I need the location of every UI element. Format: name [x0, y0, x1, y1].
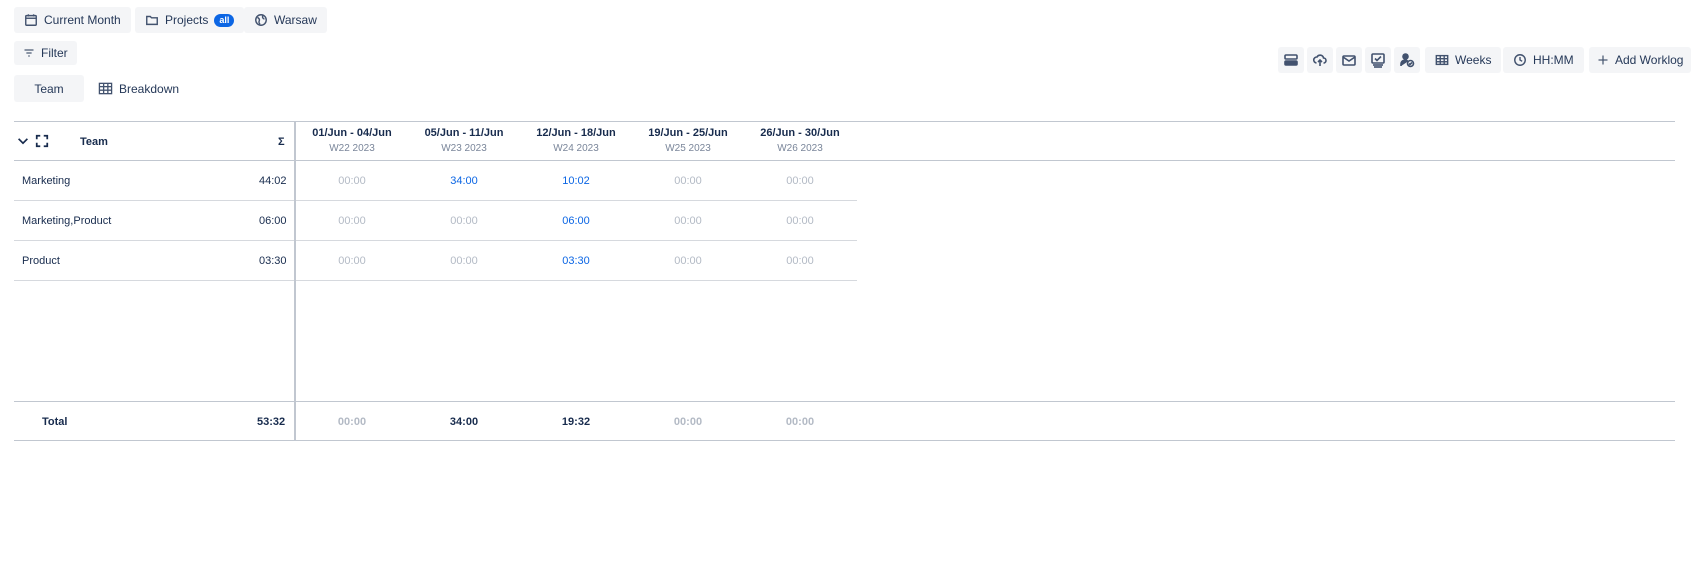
collapse-all-button[interactable] — [16, 134, 30, 151]
weeks-label: Weeks — [1455, 53, 1492, 67]
projects-badge: all — [214, 13, 235, 27]
row-team-name[interactable]: Marketing — [22, 175, 70, 187]
projects-button[interactable]: Projects all — [135, 7, 245, 33]
row-divider — [14, 280, 857, 281]
footer-total-label: Total — [42, 416, 68, 428]
location-button[interactable]: Warsaw — [244, 7, 327, 33]
table-icon — [1435, 54, 1449, 66]
footer-week-total: 00:00 — [785, 416, 815, 428]
week-range: 26/Jun - 30/Jun — [760, 127, 840, 139]
week-header: 26/Jun - 30/Jun W26 2023 — [744, 127, 856, 154]
sum-column-header: Σ — [278, 136, 285, 148]
footer-top-border — [14, 401, 1675, 402]
time-format-label: HH:MM — [1533, 53, 1574, 67]
add-worklog-label: Add Worklog — [1615, 53, 1684, 67]
location-label: Warsaw — [274, 13, 317, 27]
row-total: 03:30 — [259, 255, 287, 267]
week-range: 12/Jun - 18/Jun — [536, 127, 616, 139]
user-check-icon — [1400, 53, 1415, 68]
fullscreen-button[interactable] — [35, 134, 49, 151]
worklog-cell: 00:00 — [786, 215, 814, 227]
table-icon — [98, 82, 113, 95]
row-team-name[interactable]: Product — [22, 255, 60, 267]
chevron-down-icon — [18, 138, 28, 145]
user-approval-button[interactable] — [1394, 47, 1420, 73]
approval-icon — [1371, 53, 1385, 68]
timesheet-approval-button[interactable] — [1365, 47, 1391, 73]
mail-icon — [1342, 55, 1356, 66]
worklog-cell: 00:00 — [674, 175, 702, 187]
worklog-cell: 00:00 — [450, 255, 478, 267]
week-number: W25 2023 — [665, 143, 711, 154]
footer-week-total: 00:00 — [337, 416, 367, 428]
worklog-cell[interactable]: 34:00 — [419, 175, 509, 187]
export-button[interactable] — [1307, 47, 1333, 73]
week-header: 01/Jun - 04/Jun W22 2023 — [296, 127, 408, 154]
globe-icon — [255, 14, 267, 26]
clock-icon — [1514, 54, 1526, 66]
team-column-header[interactable]: Team — [80, 136, 108, 148]
worklog-cell[interactable]: 10:02 — [531, 175, 621, 187]
worklog-cell: 00:00 — [338, 175, 366, 187]
footer-bottom-border — [14, 440, 1675, 441]
current-month-label: Current Month — [44, 13, 121, 27]
table-header-border — [14, 160, 1675, 161]
row-divider — [14, 240, 857, 241]
time-format-button[interactable]: HH:MM — [1503, 47, 1584, 73]
footer-week-total: 19:32 — [561, 416, 591, 428]
calendar-icon — [25, 14, 37, 26]
folder-icon — [146, 15, 158, 26]
tab-breakdown[interactable]: Breakdown — [98, 75, 179, 102]
worklog-cell: 00:00 — [674, 215, 702, 227]
frozen-column-divider — [294, 121, 296, 441]
week-number: W23 2023 — [441, 143, 487, 154]
week-range: 05/Jun - 11/Jun — [424, 127, 504, 139]
week-number: W24 2023 — [553, 143, 599, 154]
plus-icon — [1598, 55, 1608, 65]
stack-icon — [1284, 54, 1298, 66]
add-worklog-button[interactable]: Add Worklog — [1589, 47, 1692, 73]
row-team-name[interactable]: Marketing,Product — [22, 215, 111, 227]
worklog-cell: 00:00 — [786, 175, 814, 187]
projects-label: Projects — [165, 13, 209, 27]
filter-button[interactable]: Filter — [14, 41, 77, 65]
worklog-cell: 00:00 — [338, 255, 366, 267]
cloud-upload-icon — [1312, 54, 1327, 66]
tab-breakdown-label: Breakdown — [119, 81, 180, 96]
week-header: 19/Jun - 25/Jun W25 2023 — [632, 127, 744, 154]
worklog-cell[interactable]: 03:30 — [531, 255, 621, 267]
filter-label: Filter — [41, 46, 68, 60]
email-report-button[interactable] — [1336, 47, 1362, 73]
expand-icon — [35, 134, 49, 148]
week-range: 19/Jun - 25/Jun — [648, 127, 728, 139]
week-number: W26 2023 — [777, 143, 823, 154]
row-total: 44:02 — [259, 175, 287, 187]
worklog-cell[interactable]: 06:00 — [531, 215, 621, 227]
worklog-cell: 00:00 — [338, 215, 366, 227]
group-by-button[interactable] — [1278, 47, 1304, 73]
worklog-cell: 00:00 — [786, 255, 814, 267]
week-range: 01/Jun - 04/Jun — [312, 127, 392, 139]
table-top-border — [14, 121, 1675, 122]
tab-team[interactable]: Team — [14, 75, 84, 102]
tab-team-label: Team — [34, 81, 64, 96]
filter-icon — [24, 49, 34, 57]
week-header: 05/Jun - 11/Jun W23 2023 — [408, 127, 520, 154]
worklog-cell: 00:00 — [674, 255, 702, 267]
row-total: 06:00 — [259, 215, 287, 227]
current-month-button[interactable]: Current Month — [14, 7, 131, 33]
weeks-button[interactable]: Weeks — [1425, 47, 1502, 73]
row-divider — [14, 200, 857, 201]
footer-grand-total: 53:32 — [257, 416, 286, 428]
footer-week-total: 00:00 — [673, 416, 703, 428]
week-number: W22 2023 — [329, 143, 375, 154]
footer-week-total: 34:00 — [449, 416, 479, 428]
week-header: 12/Jun - 18/Jun W24 2023 — [520, 127, 632, 154]
worklog-cell: 00:00 — [450, 215, 478, 227]
